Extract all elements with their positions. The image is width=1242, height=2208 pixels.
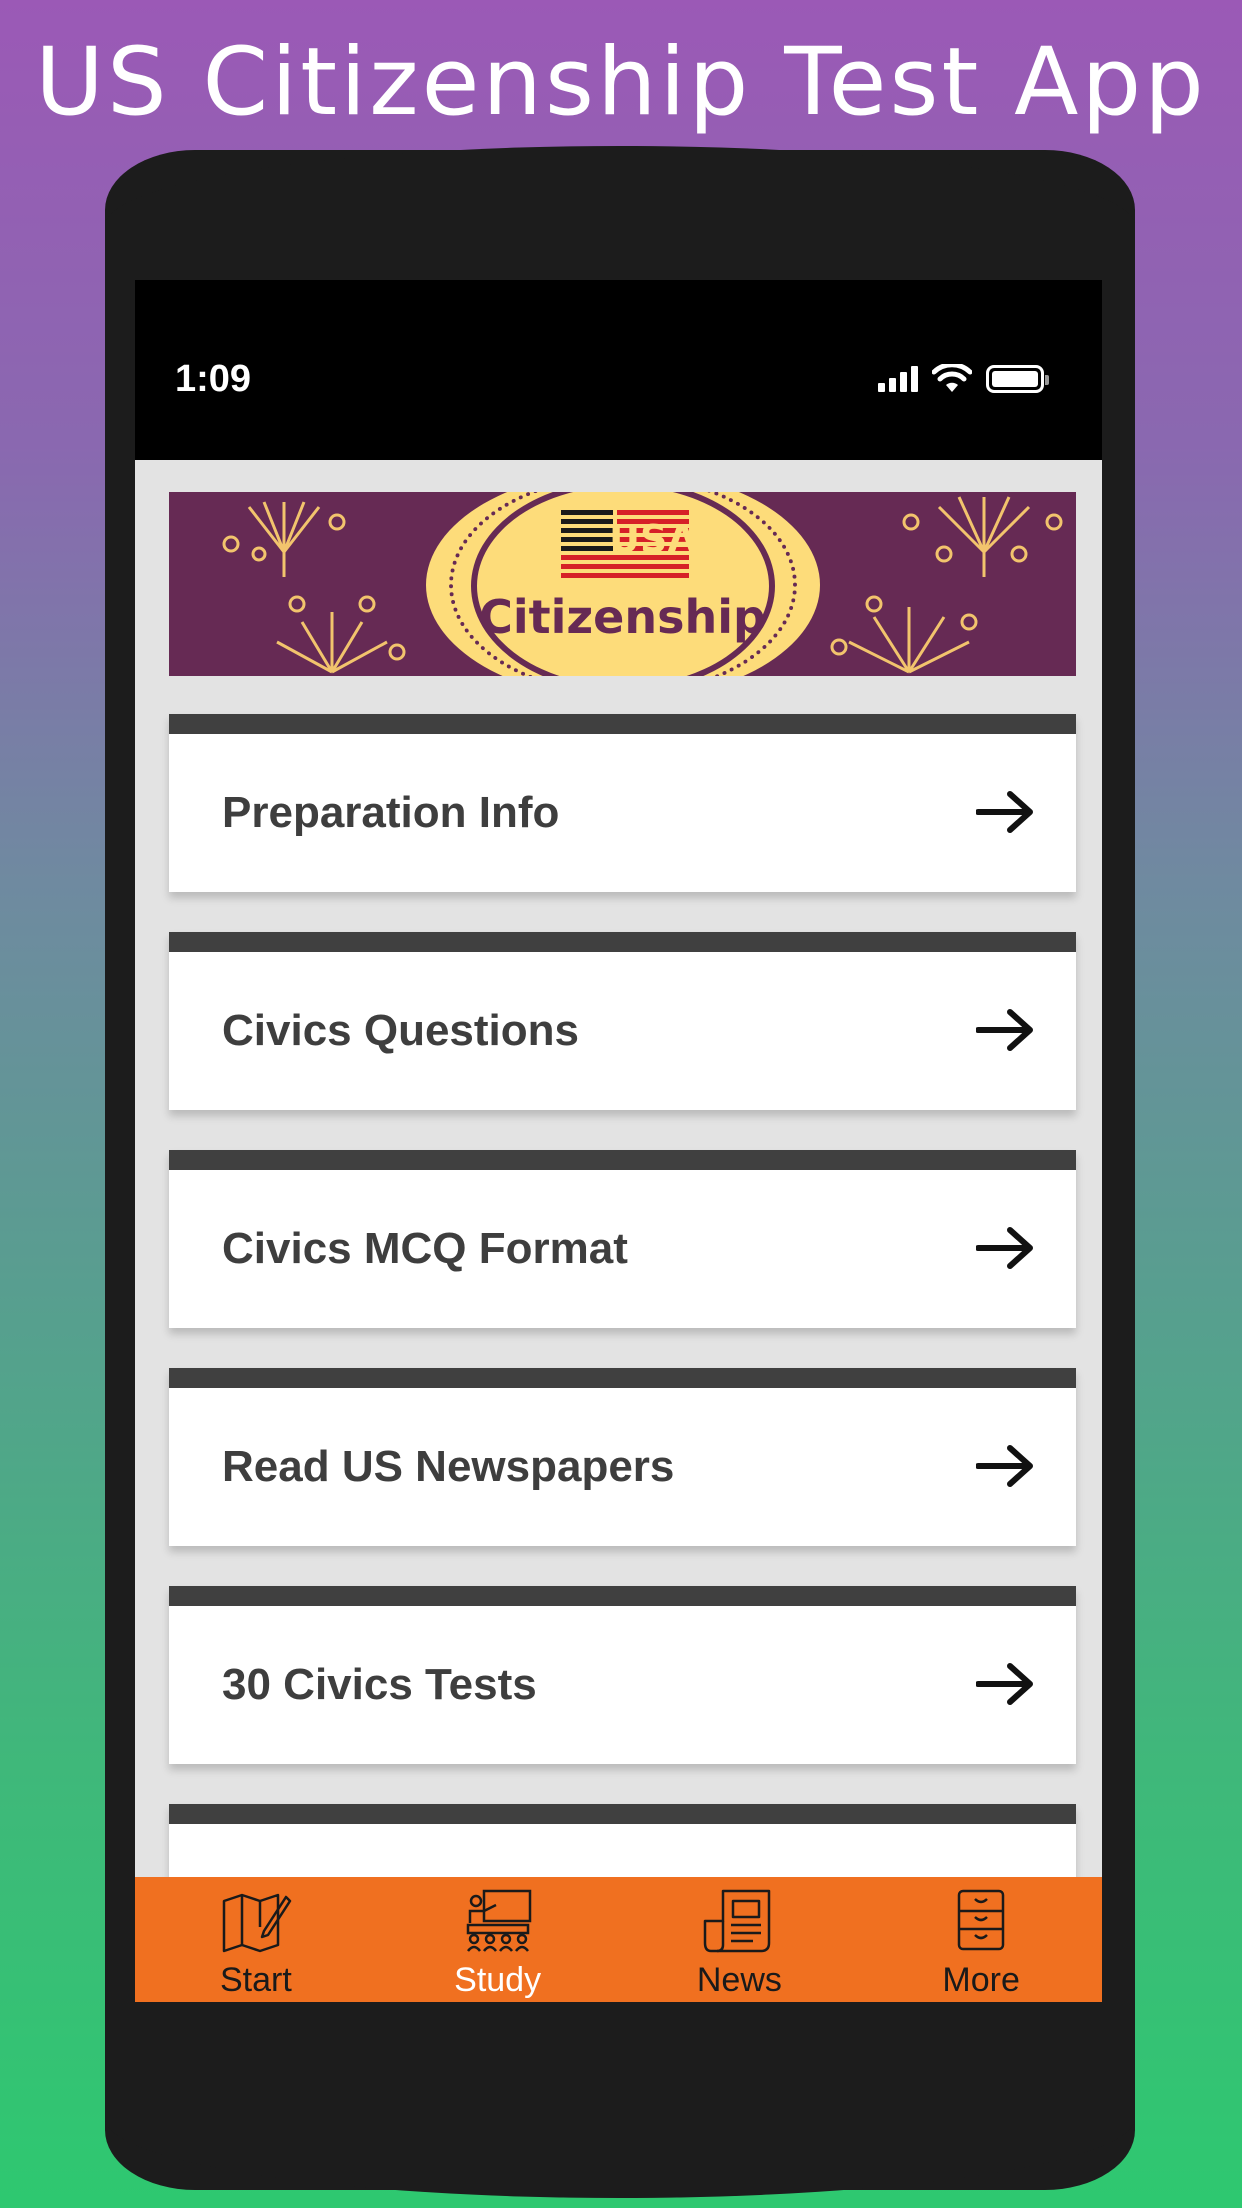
citizenship-banner: USA Citizenship bbox=[169, 492, 1076, 676]
menu-item-30-civics-tests[interactable]: 30 Civics Tests bbox=[169, 1586, 1076, 1764]
card-topbar bbox=[169, 932, 1076, 952]
card-topbar bbox=[169, 1586, 1076, 1606]
flag-usa-text: USA bbox=[609, 517, 691, 561]
wifi-icon bbox=[932, 364, 972, 392]
battery-icon bbox=[986, 365, 1049, 393]
classroom-teacher-icon bbox=[466, 1889, 531, 1952]
file-cabinet-icon bbox=[957, 1889, 1005, 1951]
map-pencil-icon bbox=[222, 1893, 292, 1953]
promo-title: US Citizenship Test App bbox=[35, 28, 1207, 137]
arrow-right-icon bbox=[976, 1445, 1033, 1487]
tab-label: News bbox=[696, 1961, 782, 1999]
bottom-tab-bar: Start Study News More bbox=[135, 1877, 1102, 2002]
tab-label: Start bbox=[219, 1961, 292, 1999]
usa-flag-logo-icon: USA bbox=[561, 510, 691, 578]
tab-news[interactable]: News bbox=[619, 1877, 861, 2002]
tab-start[interactable]: Start bbox=[135, 1877, 377, 2002]
tab-study[interactable]: Study bbox=[377, 1877, 619, 2002]
card-topbar bbox=[169, 714, 1076, 734]
menu-item-civics-questions[interactable]: Civics Questions bbox=[169, 932, 1076, 1110]
firework-icon bbox=[276, 595, 406, 674]
cellular-signal-icon bbox=[878, 366, 918, 392]
firework-icon bbox=[830, 595, 978, 674]
status-bar: 1:09 bbox=[135, 280, 1102, 460]
status-time: 1:09 bbox=[175, 358, 252, 400]
menu-item-read-us-newspapers[interactable]: Read US Newspapers bbox=[169, 1368, 1076, 1546]
tab-label: More bbox=[942, 1961, 1020, 1999]
menu-item-label: Civics Questions bbox=[222, 1006, 580, 1055]
menu-item-label: Civics MCQ Format bbox=[222, 1224, 628, 1273]
card-topbar bbox=[169, 1150, 1076, 1170]
newspaper-icon bbox=[704, 1889, 771, 1953]
menu-item-preparation-info[interactable]: Preparation Info bbox=[169, 714, 1076, 892]
status-icons bbox=[878, 364, 1049, 394]
menu-item-label: Preparation Info bbox=[222, 788, 560, 837]
firework-icon bbox=[222, 501, 346, 577]
card-topbar bbox=[169, 1804, 1076, 1824]
menu-item-label: Read US Newspapers bbox=[222, 1442, 675, 1491]
arrow-right-icon bbox=[976, 791, 1033, 833]
arrow-right-icon bbox=[976, 1009, 1033, 1051]
firework-icon bbox=[902, 496, 1063, 577]
arrow-right-icon bbox=[976, 1227, 1033, 1269]
menu-item-civics-mcq-format[interactable]: Civics MCQ Format bbox=[169, 1150, 1076, 1328]
card-topbar bbox=[169, 1368, 1076, 1388]
main-content: USA Citizenship Preparation Info Civics … bbox=[135, 460, 1102, 1982]
menu-item-label: 30 Civics Tests bbox=[222, 1660, 537, 1709]
tab-more[interactable]: More bbox=[860, 1877, 1102, 2002]
tab-label: Study bbox=[454, 1961, 542, 1999]
phone-screen: 1:09 USA Citizenship Preparation Info Ci… bbox=[135, 280, 1102, 2002]
arrow-right-icon bbox=[976, 1663, 1033, 1705]
